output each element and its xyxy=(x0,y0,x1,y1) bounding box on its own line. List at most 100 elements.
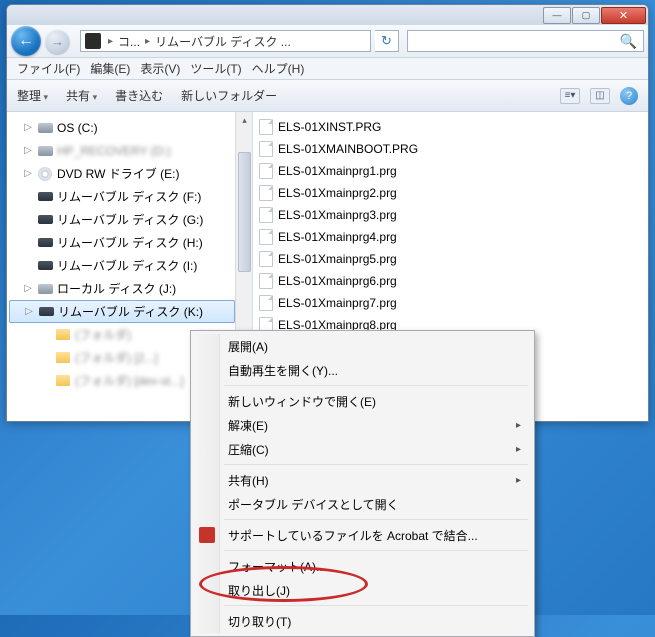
expander-icon[interactable]: ▷ xyxy=(23,168,33,179)
file-name: ELS-01Xmainprg4.prg xyxy=(278,230,397,244)
menu-file[interactable]: ファイル(F) xyxy=(17,60,80,77)
expander-icon[interactable]: ▷ xyxy=(23,283,33,294)
ctx-label: 共有(H) xyxy=(228,472,269,489)
organize-button[interactable]: 整理 xyxy=(17,87,48,104)
breadcrumb-seg[interactable]: コ... xyxy=(116,33,142,50)
file-icon xyxy=(259,163,273,179)
folder-icon xyxy=(55,327,71,343)
tree-item-drive[interactable]: ▷ リムーバブル ディスク (K:) xyxy=(9,300,235,323)
tree-item-drive[interactable]: リムーバブル ディスク (H:) xyxy=(7,231,252,254)
file-item[interactable]: ELS-01Xmainprg1.prg xyxy=(259,160,642,182)
view-mode-icon[interactable]: ≡▾ xyxy=(560,88,580,104)
file-name: ELS-01Xmainprg5.prg xyxy=(278,252,397,266)
file-item[interactable]: ELS-01Xmainprg5.prg xyxy=(259,248,642,270)
ctx-item[interactable]: サポートしているファイルを Acrobat で結合... xyxy=(194,523,531,547)
ctx-separator xyxy=(224,605,528,606)
menu-tools[interactable]: ツール(T) xyxy=(190,60,241,77)
tree-item-drive[interactable]: ▷HP_RECOVERY (D:) xyxy=(7,139,252,162)
scroll-thumb[interactable] xyxy=(238,152,251,272)
folder-icon xyxy=(55,350,71,366)
usb-icon xyxy=(37,258,53,274)
file-item[interactable]: ELS-01XMAINBOOT.PRG xyxy=(259,138,642,160)
close-button[interactable]: ✕ xyxy=(601,7,646,24)
hdd-icon xyxy=(37,281,53,297)
file-name: ELS-01Xmainprg2.prg xyxy=(278,186,397,200)
tree-item-drive[interactable]: リムーバブル ディスク (G:) xyxy=(7,208,252,231)
file-icon xyxy=(259,251,273,267)
ctx-item[interactable]: 共有(H) xyxy=(194,468,531,492)
burn-button[interactable]: 書き込む xyxy=(115,87,163,104)
tree-item-drive[interactable]: リムーバブル ディスク (F:) xyxy=(7,185,252,208)
navbar: ← → ▸ コ... ▸ リムーバブル ディスク ... ↻ 🔍 xyxy=(7,25,648,58)
file-name: ELS-01XMAINBOOT.PRG xyxy=(278,142,418,156)
file-icon xyxy=(259,185,273,201)
breadcrumb-seg[interactable]: リムーバブル ディスク ... xyxy=(153,33,293,50)
ctx-separator xyxy=(224,550,528,551)
tree-label: リムーバブル ディスク (G:) xyxy=(57,211,203,228)
menu-edit[interactable]: 編集(E) xyxy=(90,60,130,77)
expander-icon[interactable]: ▷ xyxy=(23,145,33,156)
ctx-item[interactable]: 取り出し(J) xyxy=(194,578,531,602)
share-button[interactable]: 共有 xyxy=(66,87,97,104)
tree-label: (フォルダ) xyxy=(75,326,131,343)
tree-item-drive[interactable]: リムーバブル ディスク (I:) xyxy=(7,254,252,277)
tree-label: リムーバブル ディスク (K:) xyxy=(58,303,203,320)
expander-icon[interactable]: ▷ xyxy=(24,306,34,317)
ctx-item[interactable]: 圧縮(C) xyxy=(194,437,531,461)
file-item[interactable]: ELS-01Xmainprg7.prg xyxy=(259,292,642,314)
menu-help[interactable]: ヘルプ(H) xyxy=(252,60,305,77)
hdd-icon xyxy=(37,143,53,159)
breadcrumb-arrow: ▸ xyxy=(105,36,116,47)
pdf-icon xyxy=(199,527,215,543)
expander-icon[interactable]: ▷ xyxy=(23,122,33,133)
ctx-item[interactable]: 新しいウィンドウで開く(E) xyxy=(194,389,531,413)
file-icon xyxy=(259,273,273,289)
file-item[interactable]: ELS-01Xmainprg2.prg xyxy=(259,182,642,204)
tree-item-drive[interactable]: ▷ ローカル ディスク (J:) xyxy=(7,277,252,300)
tree-label: ローカル ディスク (J:) xyxy=(57,280,176,297)
ctx-item[interactable]: 自動再生を開く(Y)... xyxy=(194,358,531,382)
file-item[interactable]: ELS-01XINST.PRG xyxy=(259,116,642,138)
dvd-icon xyxy=(37,166,53,182)
ctx-label: 展開(A) xyxy=(228,338,268,355)
tree-label: (フォルダ) [2...] xyxy=(75,349,158,366)
address-bar[interactable]: ▸ コ... ▸ リムーバブル ディスク ... xyxy=(80,30,371,52)
ctx-separator xyxy=(224,385,528,386)
ctx-item[interactable]: 展開(A) xyxy=(194,334,531,358)
newfolder-button[interactable]: 新しいフォルダー xyxy=(181,87,277,104)
scroll-up-icon[interactable]: ▴ xyxy=(236,112,253,129)
titlebar: — ▢ ✕ xyxy=(7,5,648,25)
tree-item-drive[interactable]: ▷OS (C:) xyxy=(7,116,252,139)
menu-view[interactable]: 表示(V) xyxy=(140,60,180,77)
tree-label: リムーバブル ディスク (I:) xyxy=(57,257,197,274)
usb-icon xyxy=(37,235,53,251)
ctx-item[interactable]: 解凍(E) xyxy=(194,413,531,437)
search-icon: 🔍 xyxy=(620,33,637,50)
ctx-label: 圧縮(C) xyxy=(228,441,269,458)
tree-label: リムーバブル ディスク (H:) xyxy=(57,234,203,251)
ctx-label: フォーマット(A)... xyxy=(228,558,326,575)
minimize-button[interactable]: — xyxy=(543,7,571,24)
file-icon xyxy=(259,119,273,135)
ctx-label: 解凍(E) xyxy=(228,417,268,434)
file-item[interactable]: ELS-01Xmainprg6.prg xyxy=(259,270,642,292)
file-item[interactable]: ELS-01Xmainprg4.prg xyxy=(259,226,642,248)
help-icon[interactable]: ? xyxy=(620,87,638,105)
preview-pane-icon[interactable]: ◫ xyxy=(590,88,610,104)
file-item[interactable]: ELS-01Xmainprg3.prg xyxy=(259,204,642,226)
maximize-button[interactable]: ▢ xyxy=(572,7,600,24)
file-name: ELS-01Xmainprg3.prg xyxy=(278,208,397,222)
ctx-label: 切り取り(T) xyxy=(228,613,291,630)
file-icon xyxy=(259,207,273,223)
file-icon xyxy=(259,295,273,311)
hdd-icon xyxy=(37,120,53,136)
refresh-button[interactable]: ↻ xyxy=(375,30,399,52)
back-button[interactable]: ← xyxy=(11,26,41,56)
ctx-item[interactable]: フォーマット(A)... xyxy=(194,554,531,578)
forward-button[interactable]: → xyxy=(45,29,70,54)
context-menu: 展開(A) 自動再生を開く(Y)... 新しいウィンドウで開く(E) 解凍(E) 圧縮(… xyxy=(190,330,535,637)
search-input[interactable]: 🔍 xyxy=(407,30,644,52)
tree-item-drive[interactable]: ▷DVD RW ドライブ (E:) xyxy=(7,162,252,185)
ctx-item[interactable]: ポータブル デバイスとして開く xyxy=(194,492,531,516)
ctx-item[interactable]: 切り取り(T) xyxy=(194,609,531,633)
